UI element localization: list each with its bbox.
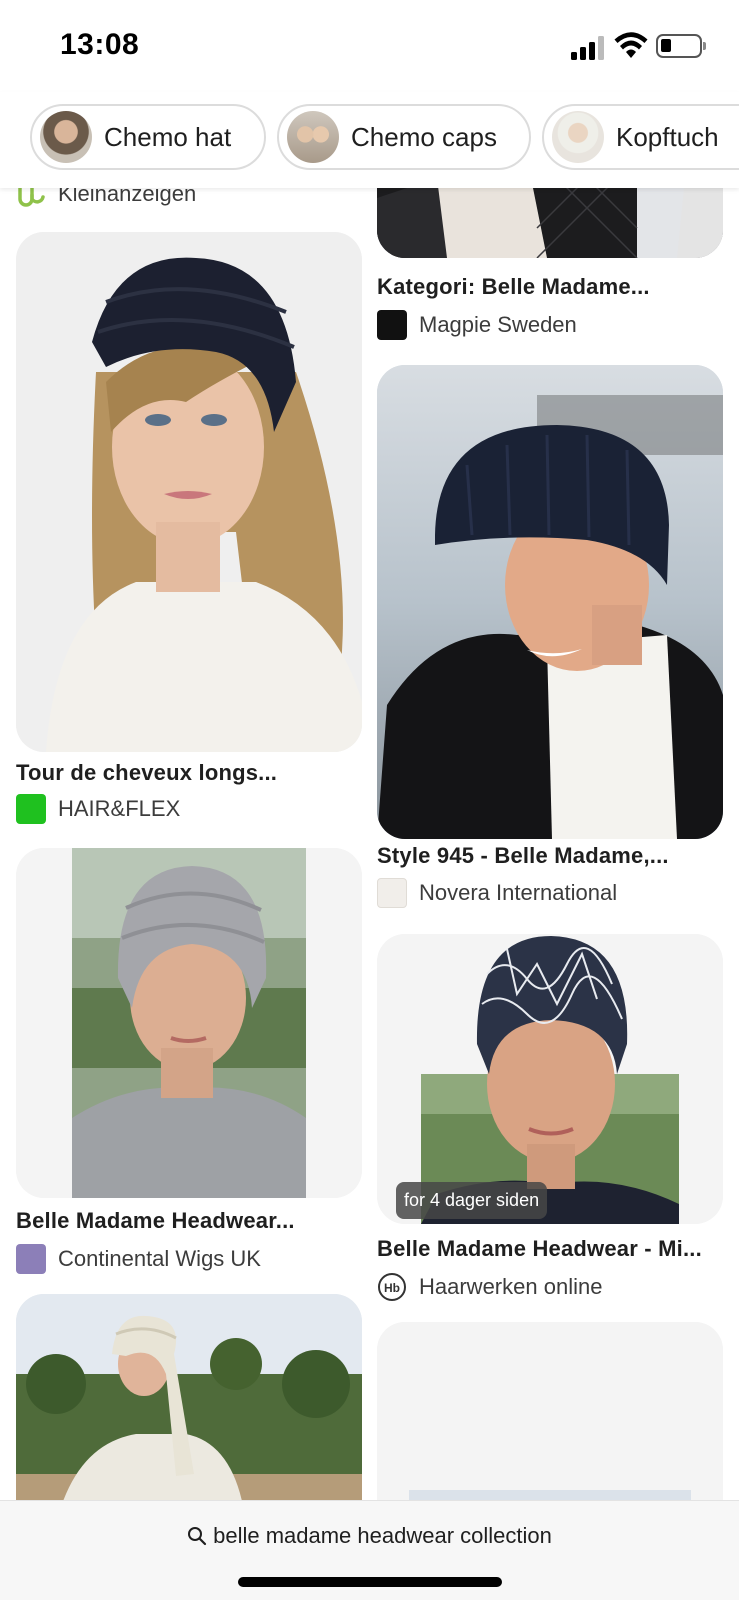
result-image[interactable] [16, 1294, 362, 1500]
search-query-display[interactable]: belle madame headwear collection [0, 1523, 739, 1549]
result-image[interactable] [377, 1322, 723, 1500]
image-results-feed: Kleinanzeigen Kategori: Belle Madame... … [0, 188, 739, 1500]
result-photo [16, 1294, 362, 1500]
chip-label: Chemo hat [104, 121, 232, 152]
source-name: HAIR&FLEX [58, 796, 181, 821]
result-photo [377, 365, 723, 839]
chip-chemo-hat[interactable]: Chemo hat [30, 104, 266, 170]
chip-chemo-caps[interactable]: Chemo caps [277, 104, 531, 170]
result-photo [16, 232, 362, 752]
result-photo [377, 934, 723, 1224]
result-image[interactable] [16, 232, 362, 752]
result-caption[interactable]: Kategori: Belle Madame... [377, 274, 723, 300]
chip-thumbnail [40, 111, 92, 163]
magpie-favicon-icon [377, 310, 407, 340]
related-searches-chips: Chemo hat Chemo caps Kopftuch [0, 92, 739, 188]
chip-label: Chemo caps [351, 121, 497, 152]
haarwerken-favicon-icon: Hb [378, 1273, 406, 1301]
signal-icon [571, 36, 607, 60]
source-name: Magpie Sweden [419, 312, 577, 337]
result-age-badge: for 4 dager siden [396, 1182, 548, 1219]
result-source-kleinanzeigen[interactable]: Kleinanzeigen [16, 188, 196, 209]
novera-favicon-icon [377, 878, 407, 908]
battery-icon [656, 34, 706, 58]
svg-text:Hb: Hb [384, 1281, 400, 1295]
result-source[interactable]: Magpie Sweden [377, 310, 577, 340]
result-photo [377, 188, 723, 258]
chip-label: Kopftuch [616, 121, 719, 152]
continental-wigs-favicon-icon [16, 1244, 46, 1274]
source-name: Novera International [419, 880, 618, 905]
bottom-search-bar[interactable]: belle madame headwear collection [0, 1500, 739, 1600]
kleinanzeigen-logo-icon [18, 188, 45, 207]
chip-kopftuch[interactable]: Kopftuch [542, 104, 739, 170]
result-caption[interactable]: Tour de cheveux longs... [16, 760, 362, 786]
chip-thumbnail [552, 111, 604, 163]
chip-thumbnail [287, 111, 339, 163]
result-source[interactable]: Continental Wigs UK [16, 1244, 261, 1274]
search-icon [188, 1527, 207, 1546]
result-photo [16, 848, 362, 1198]
result-source[interactable]: Hb Haarwerken online [377, 1272, 602, 1302]
result-source[interactable]: HAIR&FLEX [16, 794, 180, 824]
search-query-text: belle madame headwear collection [213, 1523, 552, 1548]
status-time: 13:08 [60, 28, 140, 61]
source-name: Haarwerken online [419, 1274, 603, 1299]
wifi-icon [614, 32, 648, 58]
status-bar: 13:08 [0, 0, 739, 92]
result-caption[interactable]: Belle Madame Headwear - Mi... [377, 1236, 723, 1262]
source-name: Kleinanzeigen [58, 188, 197, 206]
hairflex-favicon-icon [16, 794, 46, 824]
result-image[interactable] [377, 934, 723, 1224]
source-name: Continental Wigs UK [58, 1246, 261, 1271]
result-caption[interactable]: Style 945 - Belle Madame,... [377, 843, 723, 869]
result-source[interactable]: Novera International [377, 878, 617, 908]
result-photo [377, 1322, 723, 1500]
home-indicator[interactable] [238, 1577, 502, 1587]
result-image[interactable] [377, 365, 723, 839]
result-caption[interactable]: Belle Madame Headwear... [16, 1208, 362, 1234]
result-image[interactable] [377, 188, 723, 258]
result-image[interactable] [16, 848, 362, 1198]
